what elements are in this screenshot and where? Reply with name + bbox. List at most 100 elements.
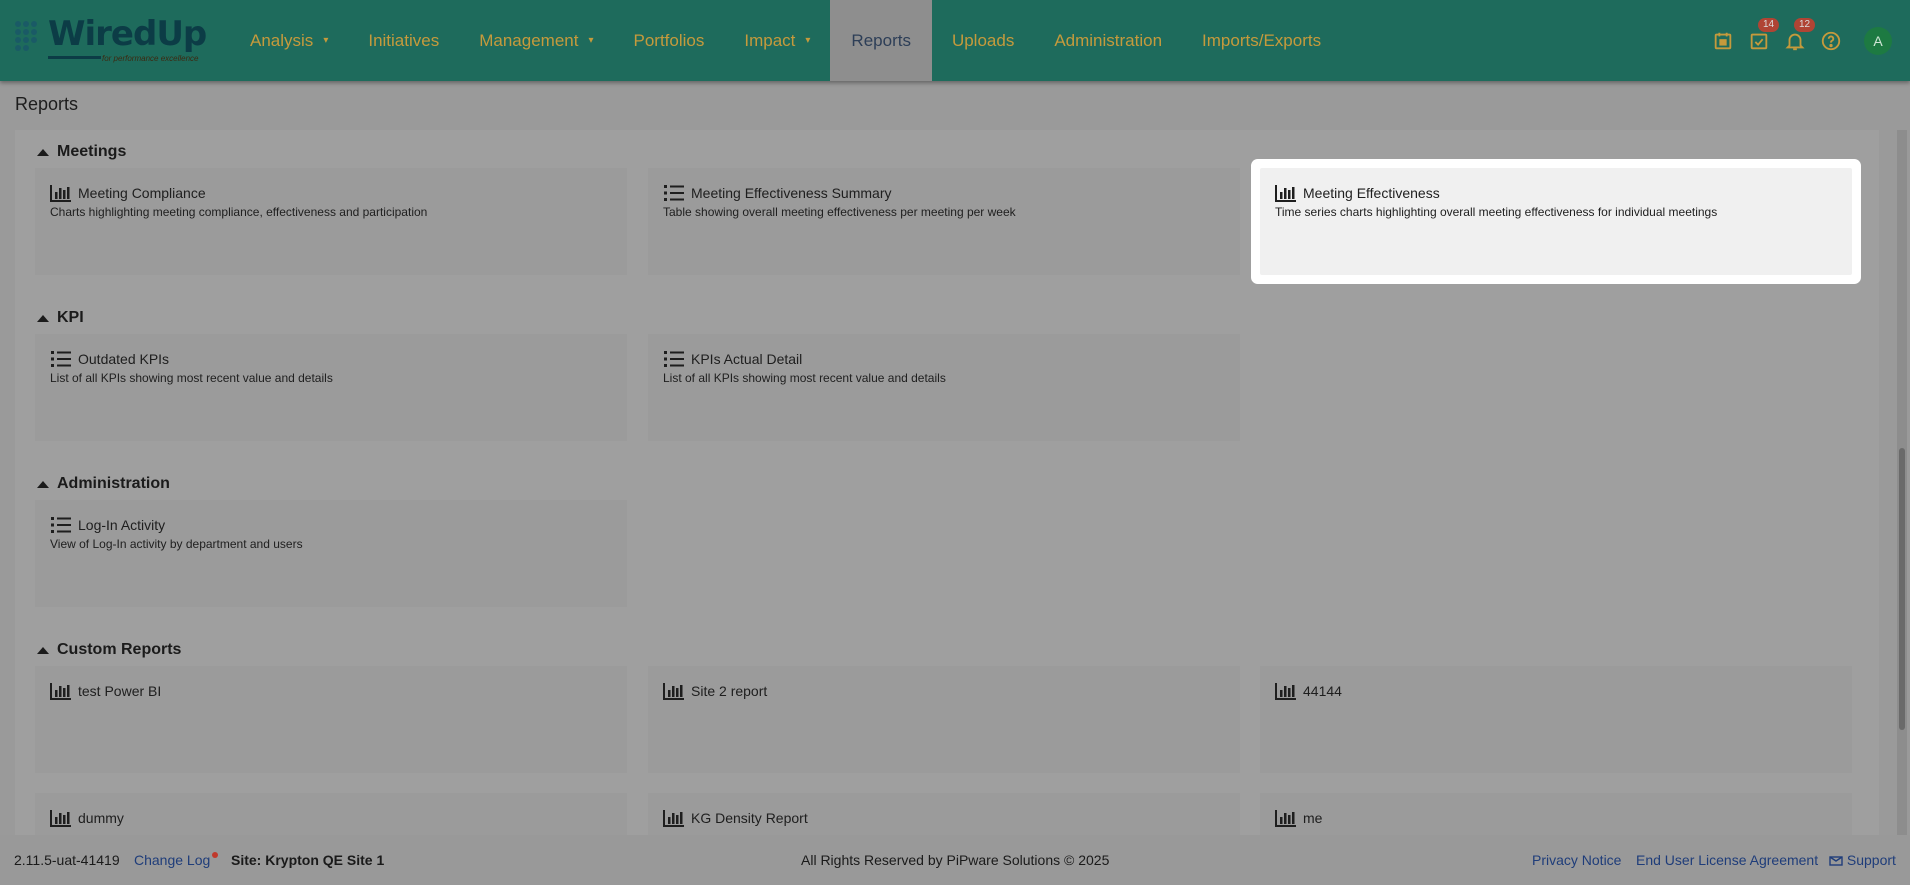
section-header-custom-reports[interactable]: Custom Reports (37, 641, 181, 659)
help-circle-icon[interactable] (1820, 30, 1842, 52)
caret-down-icon: ▾ (588, 35, 594, 46)
bar-chart-icon (663, 683, 684, 700)
new-indicator-dot (212, 852, 219, 858)
nav-label: Reports (851, 30, 911, 50)
nav-uploads[interactable]: Uploads (932, 0, 1034, 81)
collapse-triangle-icon (37, 480, 49, 488)
nav-label: Portfolios (633, 30, 705, 50)
list-icon (664, 185, 684, 201)
card-title: 44144 (1303, 683, 1342, 699)
reports-content: Meetings Meeting Compliance Charts highl… (15, 130, 1879, 835)
card-description: View of Log-In activity by department an… (50, 537, 303, 551)
card-title: test Power BI (78, 683, 162, 699)
card-title: me (1303, 810, 1323, 826)
card-title: Site 2 report (691, 683, 768, 699)
nav-impact[interactable]: Impact ▾ (724, 0, 830, 81)
nav-imports-exports[interactable]: Imports/Exports (1182, 0, 1341, 81)
section-title: Administration (57, 475, 170, 492)
section-title: Meetings (57, 143, 127, 160)
report-card-login-activity[interactable]: Log-In Activity View of Log-In activity … (35, 500, 627, 607)
nav-label: Management (479, 30, 579, 50)
support-icon (1829, 856, 1843, 866)
report-card-site-2-report[interactable]: Site 2 report (648, 666, 1240, 773)
card-title: KPIs Actual Detail (691, 351, 803, 367)
card-title: KG Density Report (691, 810, 808, 826)
top-navbar: WiredUp for performance excellence Analy… (0, 0, 1910, 81)
card-title: Meeting Compliance (78, 185, 206, 201)
notifications-badge: 12 (1794, 17, 1816, 32)
tasks-badge: 14 (1758, 17, 1780, 32)
page-title: Reports (15, 94, 79, 114)
nav-label: Administration (1054, 30, 1163, 50)
nav-label: Initiatives (368, 30, 440, 50)
card-title: Meeting Effectiveness (1303, 185, 1440, 201)
section-header-kpi[interactable]: KPI (37, 309, 84, 327)
report-card-meeting-effectiveness-summary[interactable]: Meeting Effectiveness Summary Table show… (648, 168, 1240, 275)
collapse-triangle-icon (37, 148, 49, 156)
report-card-kpis-actual-detail[interactable]: KPIs Actual Detail List of all KPIs show… (648, 334, 1240, 441)
changelog-link[interactable]: Change Log (134, 852, 219, 868)
privacy-notice-link[interactable]: Privacy Notice (1532, 852, 1621, 868)
bar-chart-icon (1275, 810, 1296, 827)
bell-icon[interactable]: 12 (1784, 17, 1816, 52)
report-card-kg-density-report[interactable]: KG Density Report (648, 793, 1240, 835)
bar-chart-icon (50, 683, 71, 700)
support-link[interactable]: Support (1829, 852, 1896, 868)
section-header-administration[interactable]: Administration (37, 475, 170, 493)
card-title: dummy (78, 810, 124, 826)
wiredup-logo[interactable]: WiredUp for performance excellence (12, 14, 217, 66)
main-nav: Analysis ▾ Initiatives Management ▾ Port… (230, 0, 1341, 81)
scrollbar-thumb[interactable] (1899, 448, 1905, 730)
report-card-44144[interactable]: 44144 (1260, 666, 1852, 773)
brand-tagline: for performance excellence (102, 54, 199, 63)
support-label: Support (1846, 852, 1896, 868)
bar-chart-icon (1275, 185, 1296, 202)
collapse-triangle-icon (37, 646, 49, 654)
caret-down-icon: ▾ (323, 35, 329, 46)
app-version: 2.11.5-uat-41419 (14, 852, 120, 868)
nav-portfolios[interactable]: Portfolios (613, 0, 724, 81)
report-card-me[interactable]: me (1260, 793, 1852, 835)
eula-link[interactable]: End User License Agreement (1636, 852, 1818, 868)
nav-label: Analysis (250, 30, 314, 50)
nav-management[interactable]: Management ▾ (459, 0, 613, 81)
card-title: Log-In Activity (78, 517, 166, 533)
report-card-meeting-effectiveness[interactable]: Meeting Effectiveness Time series charts… (1260, 168, 1852, 275)
section-title: Custom Reports (57, 641, 182, 658)
task-check-icon[interactable]: 14 (1748, 17, 1780, 52)
bar-chart-icon (663, 810, 684, 827)
nav-label: Imports/Exports (1202, 30, 1322, 50)
report-card-meeting-compliance[interactable]: Meeting Compliance Charts highlighting m… (35, 168, 627, 275)
caret-down-icon: ▾ (805, 35, 811, 46)
bar-chart-icon (50, 810, 71, 827)
card-description: Charts highlighting meeting compliance, … (50, 205, 428, 219)
calendar-icon[interactable] (1712, 30, 1734, 52)
nav-administration[interactable]: Administration (1034, 0, 1182, 81)
section-header-meetings[interactable]: Meetings (37, 143, 126, 161)
top-toolbar: 14 12 A (1712, 0, 1892, 81)
card-title: Outdated KPIs (78, 351, 170, 367)
user-avatar[interactable]: A (1864, 26, 1892, 55)
brand-underline (48, 56, 101, 59)
list-icon (51, 517, 71, 533)
report-card-outdated-kpis[interactable]: Outdated KPIs List of all KPIs showing m… (35, 334, 627, 441)
site-label: Site: Krypton QE Site 1 (231, 852, 385, 868)
report-card-test-power-bi[interactable]: test Power BI (35, 666, 627, 773)
bar-chart-icon (50, 185, 71, 202)
card-description: Table showing overall meeting effectiven… (663, 205, 1016, 219)
nav-label: Uploads (951, 30, 1015, 50)
footer: 2.11.5-uat-41419 Change Log Site: Krypto… (0, 835, 1910, 885)
list-icon (664, 351, 684, 367)
nav-label: Impact (744, 30, 796, 50)
nav-analysis[interactable]: Analysis ▾ (230, 0, 348, 81)
card-description: Time series charts highlighting overall … (1275, 205, 1718, 219)
collapse-triangle-icon (37, 314, 49, 322)
vertical-scrollbar[interactable] (1897, 130, 1907, 835)
nav-initiatives[interactable]: Initiatives (348, 0, 459, 81)
brand-name: WiredUp (48, 14, 207, 54)
card-description: List of all KPIs showing most recent val… (50, 371, 333, 385)
nav-reports[interactable]: Reports (830, 0, 932, 81)
copyright: All Rights Reserved by PiPware Solutions… (801, 852, 1110, 868)
report-card-dummy[interactable]: dummy (35, 793, 627, 835)
list-icon (51, 351, 71, 367)
